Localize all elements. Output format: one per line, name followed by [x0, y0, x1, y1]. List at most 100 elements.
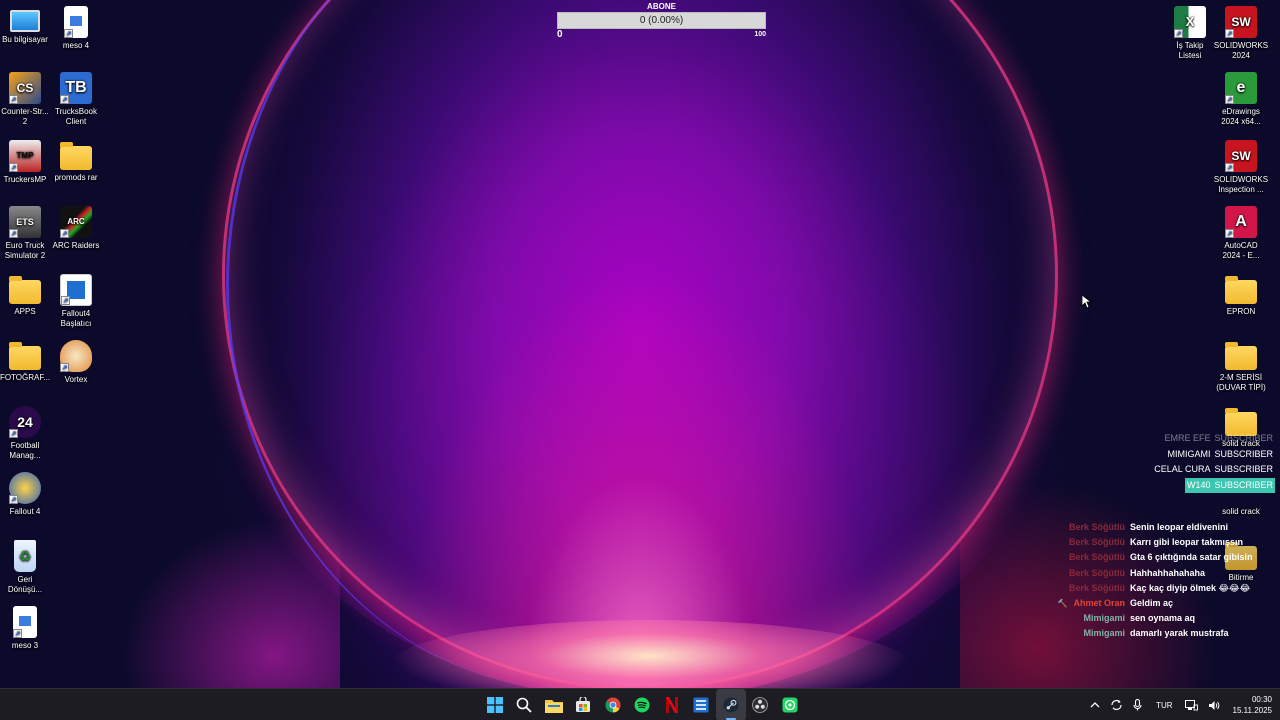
app-button[interactable]	[687, 689, 717, 720]
subscriber-goal-text: 0 (0.00%)	[639, 15, 684, 26]
store-button[interactable]	[569, 689, 599, 720]
folder-icon	[544, 699, 563, 713]
chat-text: Hahhahhahahaha	[1130, 567, 1206, 578]
chat-user: Mimigami	[1083, 628, 1125, 639]
truckersmp-icon: TMP ↗	[9, 140, 41, 172]
folder-icon	[1225, 276, 1257, 304]
chat-text: Gta 6 çıktığında satar gibisin	[1130, 552, 1253, 563]
arc-raiders-icon: ARC ↗	[60, 206, 92, 238]
subscriber-goal-bar: 0 (0.00%)	[557, 12, 766, 29]
monitor-icon	[10, 10, 40, 32]
desktop-icon-label: eDrawings 2024 x64...	[1221, 107, 1261, 126]
desktop-icon-solidworks-2024[interactable]: SW ↗ SOLIDWORKS 2024	[1210, 6, 1272, 61]
language-indicator[interactable]: TUR	[1156, 701, 1172, 710]
desktop-icon-meso-4[interactable]: ↗ meso 4	[45, 6, 107, 51]
desktop-icon-label: TrucksBook Client	[55, 107, 97, 126]
folder-icon	[60, 142, 92, 170]
desktop-icon-label: Fallout 4	[9, 507, 41, 516]
folder-icon	[9, 342, 41, 370]
search-icon	[516, 697, 532, 713]
netflix-button[interactable]	[657, 689, 687, 720]
desktop-icon-label: Fallout4 Başlatıcı	[60, 309, 92, 328]
excel-icon: X ↗	[1174, 6, 1206, 38]
desktop-icon-fallout4-launcher[interactable]: ↗ Fallout4 Başlatıcı	[45, 274, 107, 329]
chat-text: Senin leopar eldivenini	[1130, 522, 1229, 532]
football-manager-icon: 24 ↗	[9, 406, 41, 438]
chat-user: Berk Söğütlü	[1068, 552, 1125, 563]
network-icon[interactable]	[1184, 699, 1198, 711]
autocad-icon: A ↗	[1225, 206, 1257, 238]
system-tray: TUR 00:30 15.11.2025	[1085, 689, 1272, 720]
file-explorer-button[interactable]	[539, 689, 569, 720]
blue-app-icon	[693, 697, 709, 713]
desktop-icon-label: 2-M SERİSİ (DUVAR TİPİ)	[1216, 373, 1266, 392]
desktop-icon-trucksbook[interactable]: TB ↗ TrucksBook Client	[45, 72, 107, 127]
chat-text: damarlı yarak mustrafa	[1130, 628, 1229, 639]
desktop-icon-epron[interactable]: EPRON	[1210, 274, 1272, 317]
euro-truck-icon: ETS ↗	[9, 206, 41, 238]
moderator-badge-icon: 🔨	[1057, 598, 1068, 608]
clock-time: 00:30	[1251, 695, 1272, 704]
whatsapp-icon	[782, 697, 798, 713]
trucksbook-icon: TB ↗	[60, 72, 92, 104]
chat-text: sen oynama aq	[1130, 613, 1196, 624]
subscriber-goal-max: 100	[754, 31, 766, 38]
desktop-icon-label: ARC Raiders	[52, 241, 100, 250]
folder-icon	[1225, 342, 1257, 370]
chrome-button[interactable]	[598, 689, 628, 720]
chat-text: Geldim aç	[1130, 597, 1174, 608]
search-button[interactable]	[510, 689, 540, 720]
steam-button[interactable]	[716, 689, 746, 720]
microphone-icon[interactable]	[1133, 699, 1142, 711]
desktop-icon-label: Vortex	[64, 375, 88, 384]
desktop-icon-label: AutoCAD 2024 - E...	[1222, 241, 1260, 260]
desktop-icon-label: Geri Dönüşü...	[7, 575, 43, 594]
desktop-icon-vortex[interactable]: ↗ Vortex	[45, 340, 107, 385]
desktop-icon-label: SOLIDWORKS Inspection ...	[1213, 175, 1269, 194]
desktop-icon-label: SOLIDWORKS 2024	[1213, 41, 1269, 60]
store-icon	[576, 697, 591, 712]
desktop-icon-solidworks-inspection[interactable]: SW ↗ SOLIDWORKS Inspection ...	[1210, 140, 1272, 195]
desktop-icon-promods-rar[interactable]: promods rar	[45, 140, 107, 183]
chat-overlay: Berk Söğütlü Senin leopar eldivenini Berk…	[1052, 520, 1280, 642]
chat-message: 🔨 Ahmet Oran Geldim aç	[1052, 596, 1280, 611]
start-button[interactable]	[480, 689, 510, 720]
chat-text: Kaç kaç diyip ölmek 😂😂😂	[1130, 582, 1251, 593]
sync-icon[interactable]	[1110, 699, 1123, 711]
spotify-button[interactable]	[628, 689, 658, 720]
desktop-icon-autocad[interactable]: A ↗ AutoCAD 2024 - E...	[1210, 206, 1272, 261]
obs-button[interactable]	[746, 689, 776, 720]
desktop-icon-fallout4[interactable]: ↗ Fallout 4	[0, 472, 56, 517]
chat-message: Mimigami sen oynama aq	[1052, 611, 1280, 626]
subscriber-goal-min: 0	[557, 29, 563, 40]
fallout4-launcher-icon: ↗	[60, 274, 92, 306]
steam-icon	[723, 697, 739, 713]
spotify-icon	[634, 697, 650, 713]
volume-icon[interactable]	[1208, 700, 1220, 711]
desktop-icon-label: promods rar	[54, 173, 98, 182]
chat-message: Berk Söğütlü Gta 6 çıktığında satar gibis…	[1052, 550, 1280, 565]
clock-date: 15.11.2025	[1232, 706, 1272, 715]
desktop-icon-edrawings[interactable]: e ↗ eDrawings 2024 x64...	[1210, 72, 1272, 127]
solidworks-icon: SW ↗	[1225, 6, 1257, 38]
chat-user: Berk Söğütlü	[1068, 522, 1125, 532]
whatsapp-button[interactable]	[775, 689, 805, 720]
chat-message: Berk Söğütlü Kaç kaç diyip ölmek 😂😂😂	[1052, 581, 1280, 596]
chat-user: Berk Söğütlü	[1068, 567, 1125, 578]
alert-row: CELAL CURA SUBSCRIBER	[1154, 464, 1273, 474]
obs-icon	[752, 697, 769, 713]
desktop-icon-meso-3[interactable]: ↗ meso 3	[0, 606, 56, 651]
edrawings-icon: e ↗	[1225, 72, 1257, 104]
chat-message: Berk Söğütlü Hahhahhahahaha	[1052, 566, 1280, 581]
desktop-icon-recycle-bin[interactable]: ♻ Geri Dönüşü...	[0, 540, 56, 595]
folder-icon	[9, 276, 41, 304]
chat-message: Berk Söğütlü Senin leopar eldivenini	[1052, 520, 1280, 535]
desktop-icon-arc-raiders[interactable]: ARC ↗ ARC Raiders	[45, 206, 107, 251]
taskbar: TUR 00:30 15.11.2025	[0, 688, 1280, 720]
taskbar-clock[interactable]: 00:30 15.11.2025	[1233, 694, 1272, 716]
alert-row: EMRE EFE SUBSCRIBER	[1164, 433, 1273, 443]
desktop-icon-2m-serisi[interactable]: 2-M SERİSİ (DUVAR TİPİ)	[1210, 340, 1272, 393]
tray-overflow-chevron-icon[interactable]	[1090, 702, 1100, 708]
solidworks-inspection-icon: SW ↗	[1225, 140, 1257, 172]
desktop-icon-football-manager[interactable]: 24 ↗ Football Manag...	[0, 406, 56, 461]
